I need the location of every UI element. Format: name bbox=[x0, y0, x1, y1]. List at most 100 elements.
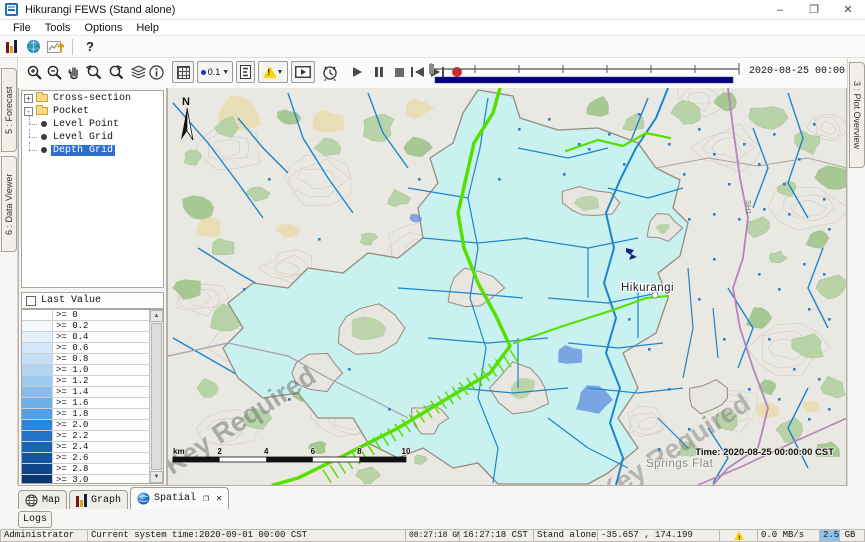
svg-text:km: km bbox=[173, 447, 185, 456]
time-slider[interactable] bbox=[427, 61, 743, 85]
legend-label: >= 1.0 bbox=[53, 365, 149, 375]
legend-row: >= 2.6 bbox=[22, 453, 149, 464]
tab-graph[interactable]: Graph bbox=[69, 490, 128, 509]
animation-button[interactable] bbox=[291, 61, 315, 83]
warnings-dropdown[interactable]: ! ▼ bbox=[258, 61, 288, 83]
last-value-label: Last Value bbox=[41, 295, 101, 306]
explorer-icon[interactable] bbox=[0, 37, 22, 57]
scroll-up-icon[interactable]: ▲ bbox=[150, 310, 163, 322]
layers-icon[interactable] bbox=[128, 61, 148, 83]
status-network-rate: 0.0 MB/s bbox=[758, 529, 820, 542]
legend-row: >= 2.8 bbox=[22, 464, 149, 475]
status-local-time: 16:27:18 CST bbox=[460, 529, 534, 542]
map-toolbar: 0.1 ▼ ! ▼ bbox=[18, 58, 847, 88]
legend-row: >= 0.2 bbox=[22, 321, 149, 332]
tab-forecast[interactable]: 5 : Forecast bbox=[1, 68, 17, 152]
svg-text:4: 4 bbox=[264, 447, 269, 456]
folder-icon bbox=[36, 107, 48, 115]
chevron-down-icon: ▼ bbox=[277, 69, 284, 76]
legend-row: >= 1.4 bbox=[22, 387, 149, 398]
tree-item-pocket[interactable]: - Pocket bbox=[22, 105, 163, 117]
blue-globe-icon bbox=[137, 492, 150, 505]
help-button[interactable]: ? bbox=[79, 37, 101, 57]
status-warning[interactable]: ! bbox=[720, 529, 758, 542]
tab-close-icon[interactable]: ✕ bbox=[216, 493, 222, 505]
contour-scale-dropdown[interactable]: 0.1 ▼ bbox=[197, 61, 233, 83]
tab-maximize-icon[interactable]: ❐ bbox=[203, 493, 209, 505]
legend-swatch bbox=[22, 431, 53, 441]
legend-toggle-button[interactable] bbox=[236, 61, 255, 83]
minimize-button[interactable]: – bbox=[763, 0, 797, 19]
legend-row: >= 0.6 bbox=[22, 343, 149, 354]
legend-swatch bbox=[22, 442, 53, 452]
legend-label: >= 0.4 bbox=[53, 332, 149, 342]
scroll-down-icon[interactable]: ▼ bbox=[150, 471, 163, 483]
zoom-in-icon[interactable] bbox=[24, 61, 44, 83]
map-canvas[interactable]: API Key Required API Key Required SH1 Hi… bbox=[167, 88, 847, 486]
tab-plot-overview[interactable]: 3 : Plot Overview bbox=[849, 62, 865, 168]
menu-file[interactable]: File bbox=[6, 22, 38, 34]
svg-text:8: 8 bbox=[357, 447, 362, 456]
info-icon[interactable] bbox=[146, 61, 166, 83]
close-button[interactable]: ✕ bbox=[831, 0, 865, 19]
legend-swatch bbox=[22, 420, 53, 430]
zoom-out-icon[interactable] bbox=[44, 61, 64, 83]
collapse-icon[interactable]: - bbox=[24, 107, 33, 116]
tab-map[interactable]: Map bbox=[18, 490, 67, 509]
menu-help[interactable]: Help bbox=[129, 22, 166, 34]
menu-tools[interactable]: Tools bbox=[38, 22, 78, 34]
menu-options[interactable]: Options bbox=[77, 22, 129, 34]
expand-icon[interactable]: + bbox=[24, 94, 33, 103]
legend-scrollbar[interactable]: ▲ ▼ bbox=[149, 310, 163, 483]
left-tab-strip: 5 : Forecast 6 : Data Viewer bbox=[0, 58, 18, 486]
play-icon bbox=[353, 67, 362, 77]
pause-button[interactable] bbox=[370, 61, 388, 83]
warning-icon: ! bbox=[734, 531, 744, 540]
legend-label: >= 1.6 bbox=[53, 398, 149, 408]
place-label: Springs Flat bbox=[646, 458, 714, 470]
legend-row: >= 0.4 bbox=[22, 332, 149, 343]
scroll-thumb[interactable] bbox=[151, 323, 162, 470]
legend-label: >= 2.6 bbox=[53, 453, 149, 463]
tab-data-viewer[interactable]: 6 : Data Viewer bbox=[1, 156, 17, 252]
status-user: Administrator bbox=[0, 529, 88, 542]
legend-label: >= 0.2 bbox=[53, 321, 149, 331]
logs-button[interactable]: Logs bbox=[18, 511, 52, 528]
tab-spatial[interactable]: Spatial ❐ ✕ bbox=[130, 487, 229, 509]
map-time-stamp: Time: 2020-08-25 00:00:00 CST bbox=[695, 447, 834, 458]
globe-wire-icon bbox=[25, 494, 38, 507]
legend-swatch bbox=[22, 398, 53, 408]
tree-item-depth-grid[interactable]: Depth Grid bbox=[22, 144, 163, 156]
last-value-checkbox[interactable] bbox=[26, 296, 36, 306]
legend-row: >= 1.8 bbox=[22, 409, 149, 420]
timeseries-dialog-icon[interactable] bbox=[44, 37, 66, 57]
legend-list-inner: >= 0>= 0.2>= 0.4>= 0.6>= 0.8>= 1.0>= 1.2… bbox=[22, 310, 149, 484]
grid-icon bbox=[177, 66, 190, 79]
svg-text:2: 2 bbox=[217, 447, 222, 456]
tree-item-level-point[interactable]: Level Point bbox=[22, 118, 163, 130]
play-button[interactable] bbox=[348, 61, 366, 83]
stop-button[interactable] bbox=[390, 61, 408, 83]
pan-hand-icon[interactable] bbox=[64, 61, 84, 83]
zoom-next-icon[interactable] bbox=[106, 61, 126, 83]
tree-item-cross-section[interactable]: + Cross-section bbox=[22, 92, 163, 104]
zoom-previous-icon[interactable] bbox=[84, 61, 104, 83]
globe-icon[interactable] bbox=[22, 37, 44, 57]
legend-swatch bbox=[22, 376, 53, 386]
legend-label: >= 0.6 bbox=[53, 343, 149, 353]
legend-row: >= 3.0 bbox=[22, 475, 149, 484]
legend-swatch bbox=[22, 365, 53, 375]
maximize-button[interactable]: ❐ bbox=[797, 0, 831, 19]
tree-item-level-grid[interactable]: Level Grid bbox=[22, 131, 163, 143]
status-memory[interactable]: 2.5 GB bbox=[820, 529, 865, 542]
legend-swatch bbox=[22, 387, 53, 397]
legend-label: >= 1.4 bbox=[53, 387, 149, 397]
app-window: Hikurangi FEWS (Stand alone) – ❐ ✕ File … bbox=[0, 0, 865, 542]
time-settings-icon[interactable] bbox=[320, 61, 340, 83]
legend-label: >= 1.8 bbox=[53, 409, 149, 419]
title-bar: Hikurangi FEWS (Stand alone) – ❐ ✕ bbox=[0, 0, 865, 20]
town-label: Hikurangi bbox=[621, 282, 674, 294]
skip-to-start-button[interactable] bbox=[408, 61, 426, 83]
grid-display-button[interactable] bbox=[172, 61, 194, 83]
window-title: Hikurangi FEWS (Stand alone) bbox=[25, 4, 175, 16]
